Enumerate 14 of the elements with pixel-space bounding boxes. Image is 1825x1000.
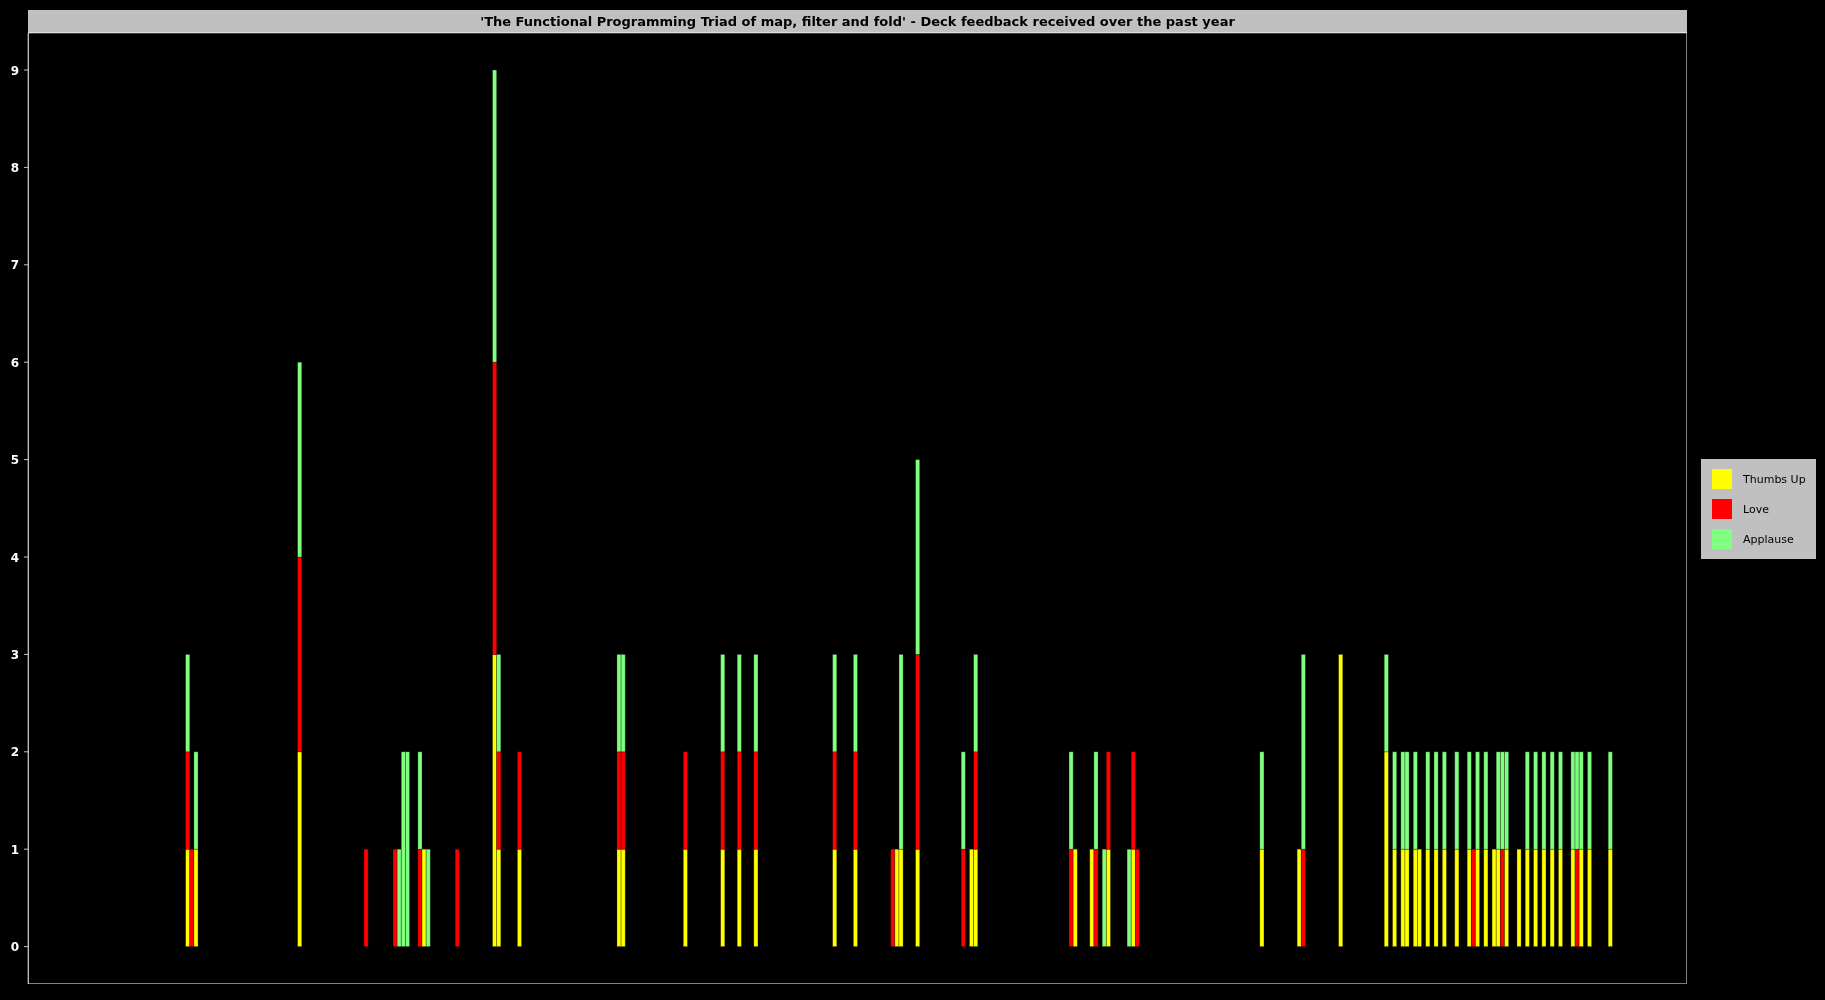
y-tick-label: 8 [10,160,19,175]
y-tick-label: 0 [10,940,19,955]
y-tick-label: 6 [10,355,19,370]
legend-label: Thumbs Up [1743,472,1806,486]
y-tick-label: 3 [10,647,19,662]
legend-label: Love [1743,502,1769,516]
chart-title: 'The Functional Programming Triad of map, filter and fold' - Deck feedback received over the past year [480,13,1235,29]
y-tick-label: 7 [10,258,19,273]
y-tick-label: 2 [10,745,19,760]
y-tick-label: 9 [10,63,19,78]
legend-label: Applause [1743,532,1794,546]
y-tick-label: 1 [10,842,19,857]
y-tick-label: 4 [10,550,19,565]
y-tick-label: 5 [10,453,19,468]
